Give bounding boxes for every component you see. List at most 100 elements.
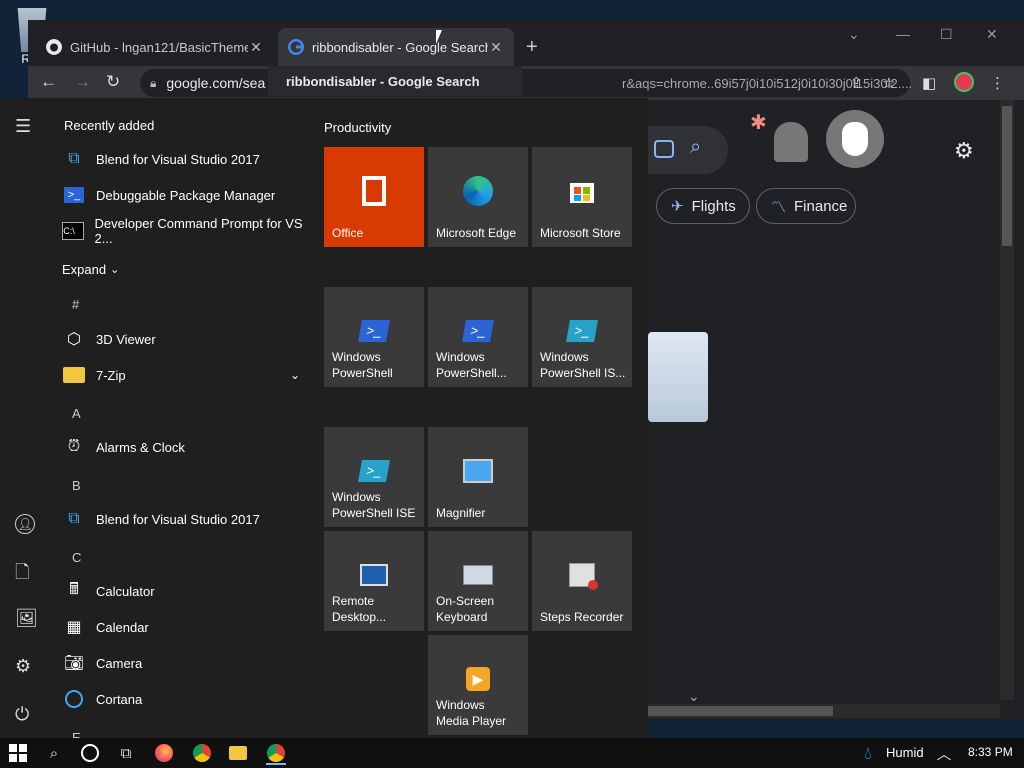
app-alarms-clock[interactable]: ⏰︎ Alarms & Clock bbox=[62, 431, 310, 463]
back-icon[interactable]: ← bbox=[40, 72, 57, 92]
airplane-icon: ✈ bbox=[671, 198, 684, 215]
documents-icon[interactable]: 🗋︎ bbox=[15, 560, 29, 590]
horizontal-scrollbar[interactable] bbox=[648, 704, 1000, 718]
start-rail: ☰ 👤︎ 🗋︎ 🖼︎ ⚙ ⏻ bbox=[0, 98, 50, 738]
settings-gear-icon[interactable]: ⚙ bbox=[954, 138, 974, 164]
calendar-icon: ▦ bbox=[66, 619, 82, 636]
chip-finance[interactable]: 〽 Finance bbox=[756, 188, 856, 224]
app-7-zip[interactable]: 7-Zip ⌄ bbox=[62, 359, 310, 391]
new-tab-button[interactable]: + bbox=[526, 36, 538, 59]
maximize-icon[interactable]: ☐ bbox=[940, 26, 953, 43]
finance-chart-icon: 〽 bbox=[771, 198, 787, 216]
section-letter-e[interactable]: E bbox=[72, 730, 81, 738]
tile-steps-recorder[interactable]: Steps Recorder bbox=[532, 531, 632, 631]
minimize-icon[interactable]: — bbox=[896, 26, 910, 42]
app-list: Recently added ⧉ Blend for Visual Studio… bbox=[50, 98, 312, 738]
mouse-cursor-icon bbox=[436, 30, 442, 44]
bookmark-star-icon[interactable]: ☆ bbox=[882, 74, 895, 92]
tab-hover-tooltip: ribbondisabler - Google Search bbox=[268, 66, 522, 96]
app-camera[interactable]: 📷︎ Camera bbox=[62, 647, 310, 679]
expand-button[interactable]: Expand ⌄ bbox=[62, 253, 142, 285]
chrome-icon[interactable] bbox=[192, 743, 212, 763]
chrome-active-icon[interactable] bbox=[266, 743, 286, 765]
calculator-icon: 🖩︎ bbox=[69, 580, 79, 598]
file-explorer-icon[interactable] bbox=[228, 743, 248, 763]
horizontal-scroll-thumb[interactable] bbox=[648, 706, 833, 716]
result-thumbnail[interactable] bbox=[648, 332, 708, 422]
app-calculator[interactable]: 🖩︎ Calculator bbox=[62, 575, 310, 607]
tile-remote-desktop[interactable]: Remote Desktop... bbox=[324, 531, 424, 631]
close-tab-icon[interactable]: ✕ bbox=[248, 39, 264, 56]
firefox-icon[interactable] bbox=[154, 743, 174, 763]
search-icon[interactable]: ⌕ bbox=[44, 743, 64, 763]
cortana-icon[interactable] bbox=[80, 743, 100, 763]
share-icon[interactable]: ⇪ bbox=[850, 74, 863, 92]
folder-icon bbox=[62, 363, 86, 387]
settings-icon[interactable]: ⚙ bbox=[15, 656, 31, 677]
close-tab-icon[interactable]: ✕ bbox=[488, 39, 504, 56]
vertical-scroll-thumb[interactable] bbox=[1002, 106, 1012, 246]
app-blend-recent[interactable]: ⧉ Blend for Visual Studio 2017 bbox=[62, 143, 310, 175]
tile-windows-powershell-ise[interactable]: >_ Windows PowerShell ISE bbox=[324, 427, 424, 527]
section-letter-c[interactable]: C bbox=[72, 550, 81, 565]
side-panel-icon[interactable]: ◧ bbox=[922, 74, 936, 92]
office-icon bbox=[358, 175, 390, 207]
hamburger-menu-icon[interactable]: ☰ bbox=[15, 116, 31, 137]
weather-droplet-icon[interactable]: 💧︎ bbox=[858, 743, 878, 763]
tile-windows-powershell-ise-x86[interactable]: >_ Windows PowerShell IS... bbox=[532, 287, 632, 387]
chip-flights[interactable]: ✈ Flights bbox=[656, 188, 750, 224]
app-developer-command-prompt[interactable]: C:\ Developer Command Prompt for VS 2... bbox=[62, 215, 310, 247]
lens-icon[interactable] bbox=[654, 140, 674, 158]
reload-icon[interactable]: ↻ bbox=[106, 72, 120, 92]
profile-avatar-icon[interactable] bbox=[954, 72, 974, 96]
start-menu: ☰ 👤︎ 🗋︎ 🖼︎ ⚙ ⏻ Recently added ⧉ Blend fo… bbox=[0, 98, 648, 738]
task-view-icon[interactable]: ⧉ bbox=[116, 743, 136, 763]
chevron-up-icon[interactable]: ︿ bbox=[934, 743, 954, 763]
app-debuggable-package-manager[interactable]: >_ Debuggable Package Manager bbox=[62, 179, 310, 211]
section-letter-a[interactable]: A bbox=[72, 406, 81, 421]
user-account-icon[interactable]: 👤︎ bbox=[15, 512, 35, 534]
menu-icon[interactable]: ⋮ bbox=[990, 74, 1005, 92]
weather-text[interactable]: Humid bbox=[886, 745, 924, 760]
google-icon bbox=[288, 39, 304, 55]
windows-start-icon[interactable] bbox=[8, 743, 28, 763]
tile-on-screen-keyboard[interactable]: On-Screen Keyboard bbox=[428, 531, 528, 631]
lock-icon: 🔒︎ bbox=[150, 75, 157, 90]
tile-magnifier[interactable]: Magnifier bbox=[428, 427, 528, 527]
power-icon[interactable]: ⏻ bbox=[15, 704, 29, 725]
vertical-scrollbar[interactable] bbox=[1000, 100, 1014, 700]
tile-office[interactable]: Office bbox=[324, 147, 424, 247]
remote-desktop-icon bbox=[358, 559, 390, 591]
blend-icon: ⧉ bbox=[68, 510, 80, 527]
tab-github[interactable]: GitHub - lngan121/BasicThemer2 ✕ bbox=[36, 28, 274, 66]
tab-search-icon[interactable]: ⌄ bbox=[848, 26, 860, 43]
tab-google-search[interactable]: ribbondisabler - Google Search ✕ bbox=[278, 28, 514, 66]
close-window-icon[interactable]: ✕ bbox=[986, 26, 998, 43]
clock-time[interactable]: 8:33 PM bbox=[968, 745, 1013, 759]
search-icon[interactable]: ⌕ bbox=[690, 136, 701, 159]
chevron-down-icon: ⌄ bbox=[110, 263, 120, 276]
chip-label: Finance bbox=[794, 197, 848, 215]
edge-icon bbox=[462, 175, 494, 207]
tile-microsoft-edge[interactable]: Microsoft Edge bbox=[428, 147, 528, 247]
account-avatar[interactable] bbox=[826, 110, 884, 168]
productivity-header[interactable]: Productivity bbox=[324, 120, 391, 135]
address-bar[interactable]: 🔒︎ google.com/sea r&aqs=chrome..69i57j0i… bbox=[140, 69, 912, 97]
section-letter-b[interactable]: B bbox=[72, 478, 81, 493]
pictures-icon[interactable]: 🖼︎ bbox=[15, 608, 38, 629]
forward-icon[interactable]: → bbox=[74, 72, 91, 92]
chevron-down-icon[interactable]: ⌄ bbox=[290, 368, 300, 382]
app-blend[interactable]: ⧉ Blend for Visual Studio 2017 bbox=[62, 503, 310, 535]
media-player-icon: ▶ bbox=[462, 663, 494, 695]
section-letter-hash[interactable]: # bbox=[72, 297, 79, 312]
tab-title: ribbondisabler - Google Search bbox=[312, 39, 488, 55]
tile-windows-powershell-x86[interactable]: >_ Windows PowerShell... bbox=[428, 287, 528, 387]
magnifier-icon bbox=[462, 455, 494, 487]
chevron-down-icon[interactable]: ⌄ bbox=[688, 688, 700, 705]
tile-windows-powershell[interactable]: >_ Windows PowerShell bbox=[324, 287, 424, 387]
app-calendar[interactable]: ▦ Calendar bbox=[62, 611, 310, 643]
app-cortana[interactable]: Cortana bbox=[62, 683, 310, 715]
app-3d-viewer[interactable]: ⬡ 3D Viewer bbox=[62, 323, 310, 355]
tile-microsoft-store[interactable]: Microsoft Store bbox=[532, 147, 632, 247]
tile-windows-media-player[interactable]: ▶ Windows Media Player bbox=[428, 635, 528, 735]
